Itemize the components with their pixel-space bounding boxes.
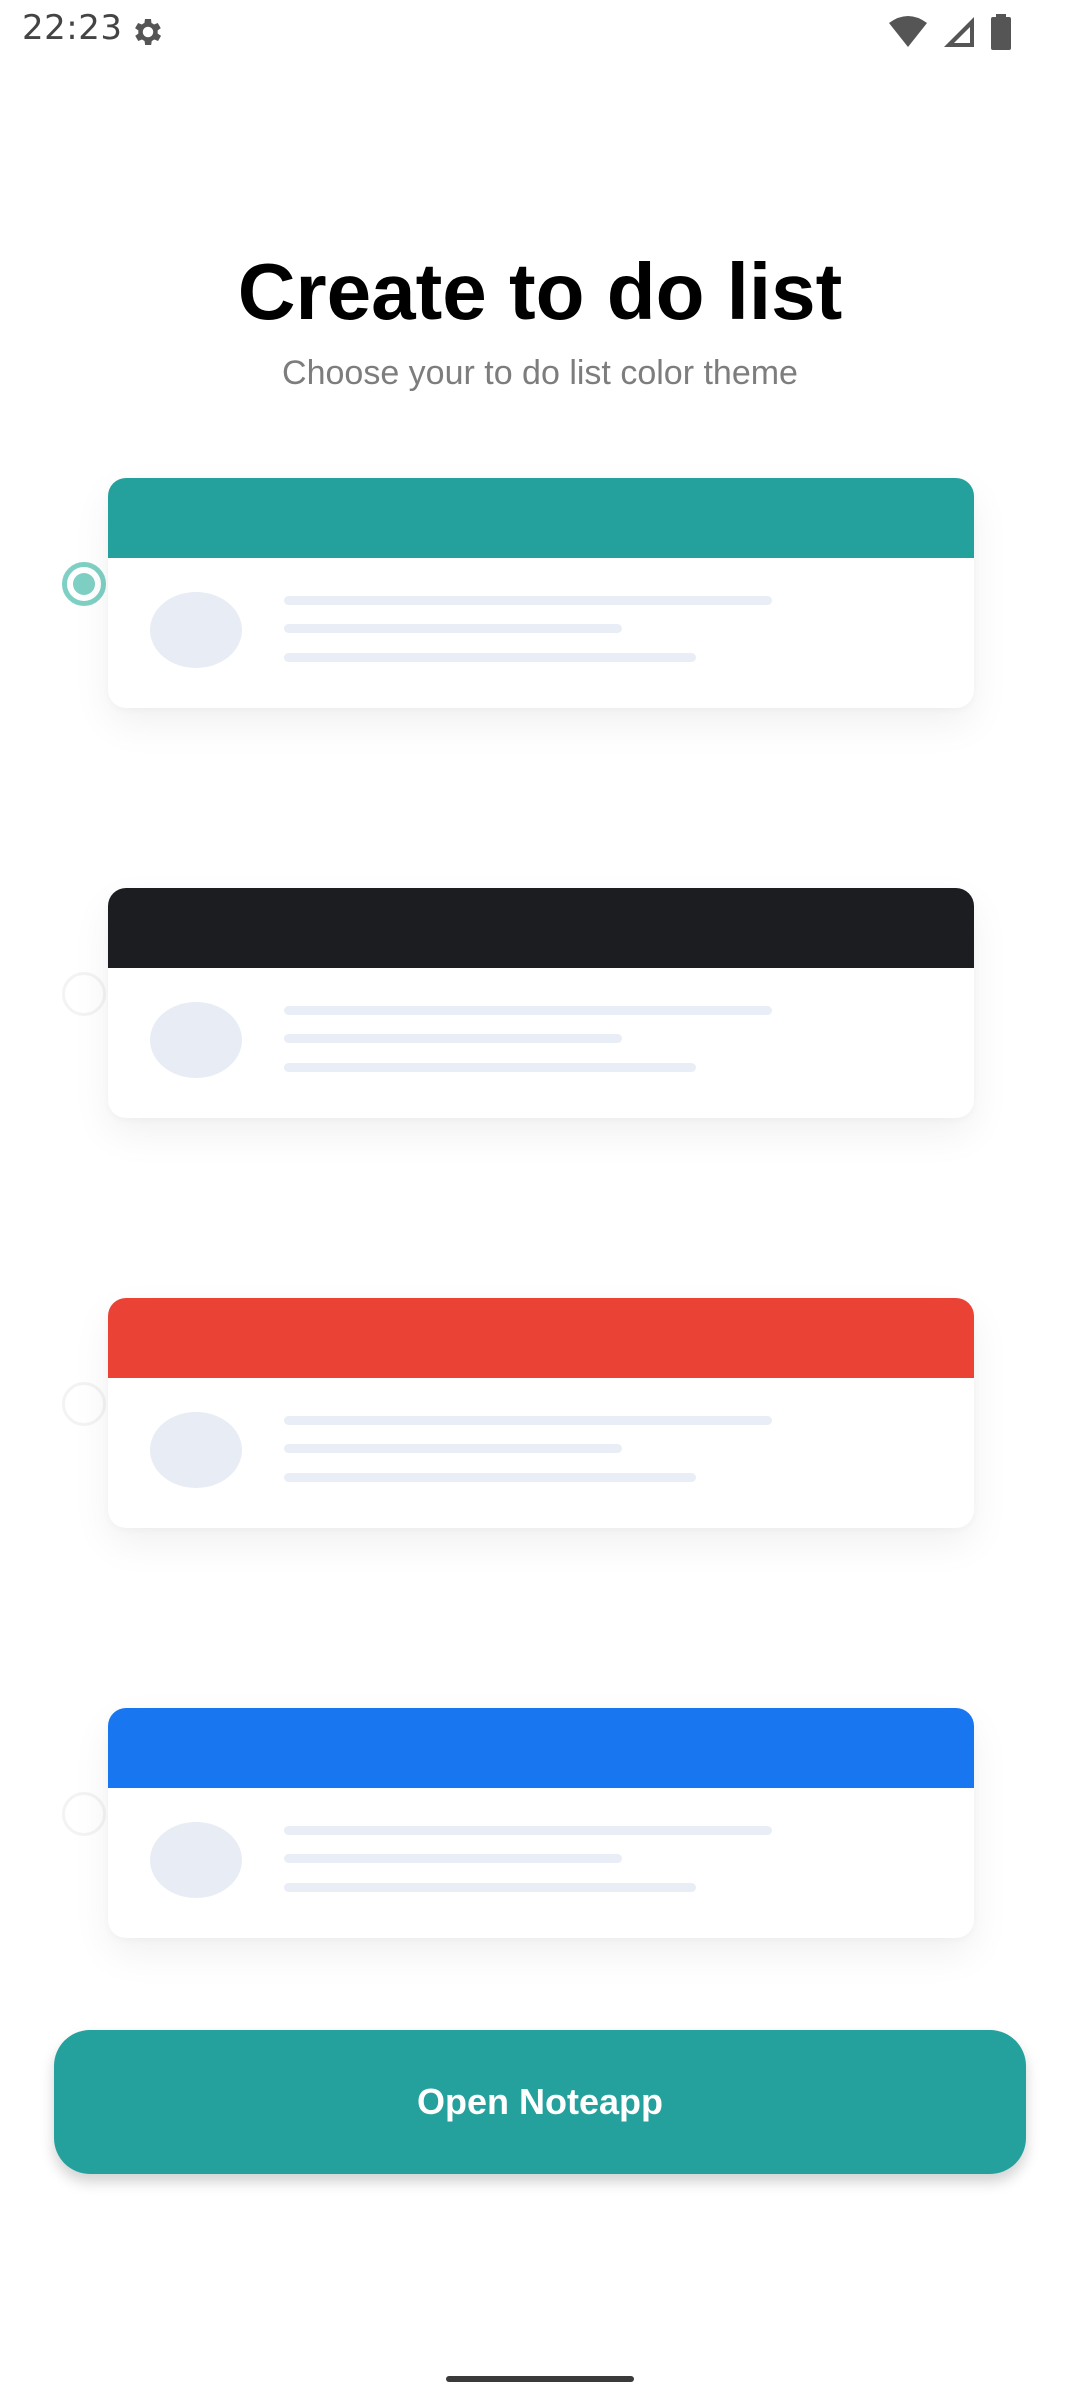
avatar-placeholder [150, 592, 242, 668]
avatar-placeholder [150, 1822, 242, 1898]
theme-option-blue[interactable] [54, 1688, 1026, 1992]
status-icons [888, 12, 1012, 52]
text-line-placeholder [284, 1063, 696, 1072]
theme-preview-card [108, 1708, 974, 1938]
theme-option-red[interactable] [54, 1278, 1026, 1582]
text-line-placeholder [284, 1416, 772, 1425]
text-line-placeholder [284, 1034, 622, 1043]
text-line-placeholder [284, 1444, 622, 1453]
text-line-placeholder [284, 596, 772, 605]
text-line-placeholder [284, 624, 622, 633]
text-line-placeholder [284, 1883, 696, 1892]
radio-button[interactable] [62, 972, 106, 1016]
text-line-placeholder [284, 1006, 772, 1015]
status-time: 22:23 [22, 8, 123, 48]
signal-icon [944, 17, 974, 47]
theme-preview-card [108, 888, 974, 1118]
avatar-placeholder [150, 1412, 242, 1488]
theme-option-teal[interactable] [54, 458, 1026, 762]
avatar-placeholder [150, 1002, 242, 1078]
theme-preview-card [108, 478, 974, 708]
page-subtitle: Choose your to do list color theme [282, 354, 798, 392]
theme-preview-card [108, 1298, 974, 1528]
card-header [108, 1298, 974, 1378]
text-line-placeholder [284, 1473, 696, 1482]
gear-icon [135, 18, 162, 46]
radio-button[interactable] [62, 1382, 106, 1426]
navigation-handle[interactable] [446, 2376, 634, 2382]
status-bar: 22:23 [0, 0, 1080, 64]
page-title: Create to do list [237, 247, 843, 336]
wifi-icon [889, 16, 927, 47]
card-header [108, 1708, 974, 1788]
text-line-placeholder [284, 1854, 622, 1863]
open-noteapp-button[interactable]: Open Noteapp [54, 2030, 1026, 2174]
text-line-placeholder [284, 653, 696, 662]
radio-button[interactable] [62, 1792, 106, 1836]
card-header [108, 478, 974, 558]
battery-icon [991, 14, 1011, 50]
text-line-placeholder [284, 1826, 772, 1835]
card-header [108, 888, 974, 968]
radio-button-selected[interactable] [62, 562, 106, 606]
theme-option-black[interactable] [54, 868, 1026, 1172]
